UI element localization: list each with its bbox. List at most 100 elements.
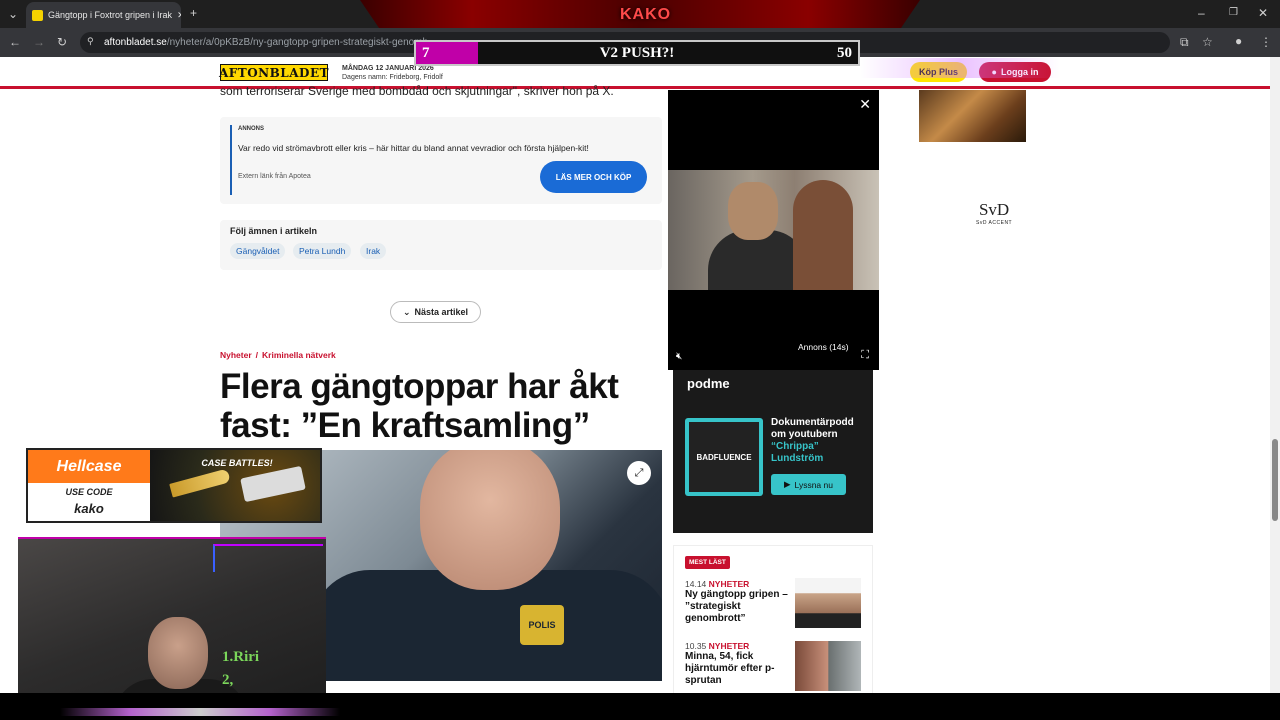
- stream-banner-logo: KAKO: [620, 6, 672, 23]
- podcast-cover: BADFLUENCE: [685, 418, 763, 496]
- fullscreen-icon[interactable]: ⛶: [861, 349, 869, 362]
- hellcase-code-panel: Hellcase USE CODE kako: [28, 450, 150, 521]
- restore-icon[interactable]: ❐: [1229, 6, 1238, 20]
- aftonbladet-logo[interactable]: AFTONBLADET: [219, 64, 329, 81]
- stream-push-bar: 7 V2 PUSH?! 50: [414, 40, 860, 66]
- list-item-thumbnail[interactable]: [795, 578, 861, 628]
- site-info-icon[interactable]: ⚲: [87, 36, 94, 47]
- new-tab-icon[interactable]: +: [190, 6, 197, 20]
- sidebar-ad-image[interactable]: [919, 90, 1026, 142]
- login-button[interactable]: ● Logga in: [979, 62, 1051, 82]
- ad-box: ANNONS Var redo vid strömavbrott eller k…: [220, 117, 662, 204]
- most-read-badge: MEST LÄST: [685, 556, 730, 569]
- ad-buy-button[interactable]: LÄS MER OCH KÖP: [540, 161, 647, 193]
- svd-accent-logo[interactable]: SvD SvD ACCENT: [976, 200, 1012, 226]
- topic-chip[interactable]: Irak: [360, 243, 387, 259]
- next-article-label: Nästa artikel: [414, 307, 469, 317]
- podme-ad[interactable]: podme BADFLUENCE Dokumentärpodd om youtu…: [673, 370, 873, 533]
- hellcase-sponsor-overlay: Hellcase USE CODE kako CASE BATTLES!: [26, 448, 322, 523]
- list-item-thumbnail[interactable]: [795, 641, 861, 691]
- list-item-time: 10.35: [685, 641, 707, 651]
- ad-accent-bar: [230, 125, 232, 195]
- list-item-meta: 14.14 NYHETER: [685, 579, 795, 589]
- list-item[interactable]: 14.14 NYHETER Ny gängtopp gripen – ”stra…: [685, 579, 795, 625]
- list-item-title[interactable]: Minna, 54, fick hjärntumör efter p-sprut…: [685, 651, 795, 687]
- list-item-section: NYHETER: [708, 579, 750, 589]
- video-person-head: [728, 182, 778, 240]
- expand-image-icon[interactable]: ⤢: [627, 461, 651, 485]
- play-icon: ▶: [784, 479, 791, 489]
- article-headline[interactable]: Flera gängtoppar har åkt fast: ”En kraft…: [220, 367, 665, 445]
- login-label: Logga in: [1000, 67, 1039, 77]
- chevron-down-icon: ⌄: [402, 306, 411, 317]
- hellcase-promo-panel: CASE BATTLES!: [150, 450, 320, 521]
- knife-skin-image: [169, 468, 231, 498]
- user-icon: ●: [991, 67, 997, 77]
- breadcrumb-separator: /: [255, 350, 259, 360]
- topic-chip[interactable]: Gängvåldet: [230, 243, 286, 259]
- pistol-skin-image: [240, 465, 306, 503]
- hellcase-code: kako: [74, 501, 104, 516]
- breadcrumb-subsection[interactable]: Kriminella nätverk: [262, 350, 336, 360]
- video-frame: [668, 170, 879, 290]
- buy-plus-button[interactable]: Köp Plus: [910, 62, 967, 82]
- topics-box: Följ ämnen i artikeln Gängvåldet Petra L…: [220, 220, 662, 270]
- tab-close-icon[interactable]: ✕: [177, 10, 181, 21]
- reload-icon[interactable]: ↻: [57, 35, 67, 49]
- mute-icon[interactable]: 🔇︎: [676, 351, 682, 362]
- previous-paragraph: som terroriserar Sverige med bombdåd och…: [220, 84, 614, 98]
- tab-search-icon[interactable]: ⌄: [8, 7, 18, 21]
- topics-title: Följ ämnen i artikeln: [230, 226, 318, 236]
- bookmark-star-icon[interactable]: ☆: [1202, 35, 1213, 49]
- most-read-box: MEST LÄST 14.14 NYHETER Ny gängtopp grip…: [673, 545, 873, 695]
- hellcase-use-code: USE CODE: [65, 487, 113, 497]
- date-box: MÅNDAG 12 JANUARI 2026 Dagens namn: Frid…: [342, 64, 443, 82]
- police-badge: POLIS: [520, 605, 564, 645]
- window-close-icon[interactable]: ✕: [1258, 6, 1268, 20]
- stream-glow-effect: [60, 708, 340, 716]
- ad-label: ANNONS: [238, 126, 265, 132]
- scrollbar-thumb[interactable]: [1272, 439, 1278, 521]
- tab-title: Gängtopp i Foxtrot gripen i Irak: [48, 10, 173, 20]
- ad-source: Extern länk från Apotea: [238, 173, 311, 180]
- next-article-button[interactable]: ⌄ Nästa artikel: [390, 301, 481, 323]
- install-app-icon[interactable]: ⧉: [1180, 35, 1189, 49]
- menu-kebab-icon[interactable]: ⋮: [1260, 35, 1272, 49]
- rgb-light-strip: [213, 544, 323, 572]
- breadcrumb-section[interactable]: Nyheter: [220, 350, 252, 360]
- ad-text[interactable]: Var redo vid strömavbrott eller kris – h…: [238, 143, 589, 153]
- podme-logo: podme: [687, 376, 730, 391]
- podcast-title: Dokumentärpodd om youtubern “Chrippa” Lu…: [771, 417, 871, 465]
- list-item-title[interactable]: Ny gängtopp gripen – ”strategiskt genomb…: [685, 589, 795, 625]
- browser-tab[interactable]: Gängtopp i Foxtrot gripen i Irak ✕: [26, 2, 181, 28]
- push-title: V2 PUSH?!: [599, 45, 675, 61]
- list-item-time: 14.14: [685, 579, 707, 589]
- list-item-section: NYHETER: [708, 641, 750, 651]
- name-day-line: Dagens namn: Frideborg, Fridolf: [342, 74, 443, 81]
- topic-chip[interactable]: Petra Lundh: [293, 243, 352, 259]
- video-person-2: [793, 180, 853, 290]
- svd-logo-sub: SvD ACCENT: [976, 220, 1013, 226]
- video-ad-label: Annons (14s): [798, 342, 849, 352]
- minimize-icon[interactable]: –: [1198, 6, 1205, 20]
- listen-now-button[interactable]: ▶ Lyssna nu: [771, 474, 846, 495]
- back-icon[interactable]: ←: [9, 35, 21, 49]
- rank-entry: 1.Riri: [222, 649, 260, 665]
- podcast-cover-title: BADFLUENCE: [689, 422, 759, 492]
- close-icon[interactable]: ✕: [859, 96, 871, 113]
- listen-now-label: Lyssna nu: [794, 479, 833, 490]
- list-item-meta: 10.35 NYHETER: [685, 641, 795, 651]
- podcast-cover-text: BADFLUENCE: [696, 452, 752, 462]
- forward-icon[interactable]: →: [33, 35, 45, 49]
- video-ad[interactable]: ✕ 🔇︎ Annons (14s) ⛶: [668, 90, 879, 370]
- rank-entry: 2,: [222, 672, 234, 688]
- hellcase-logo: Hellcase: [28, 450, 150, 483]
- breadcrumb: Nyheter / Kriminella nätverk: [220, 350, 336, 360]
- scrollbar[interactable]: [1270, 57, 1280, 693]
- profile-avatar-icon[interactable]: ●: [1235, 34, 1242, 48]
- url-domain: aftonbladet.se: [104, 37, 167, 48]
- svd-logo-text: SvD: [978, 200, 1010, 219]
- list-item[interactable]: 10.35 NYHETER Minna, 54, fick hjärntumör…: [685, 641, 795, 687]
- streamer-head: [148, 617, 208, 689]
- podcast-title-main: Dokumentärpodd om youtubern: [771, 417, 854, 440]
